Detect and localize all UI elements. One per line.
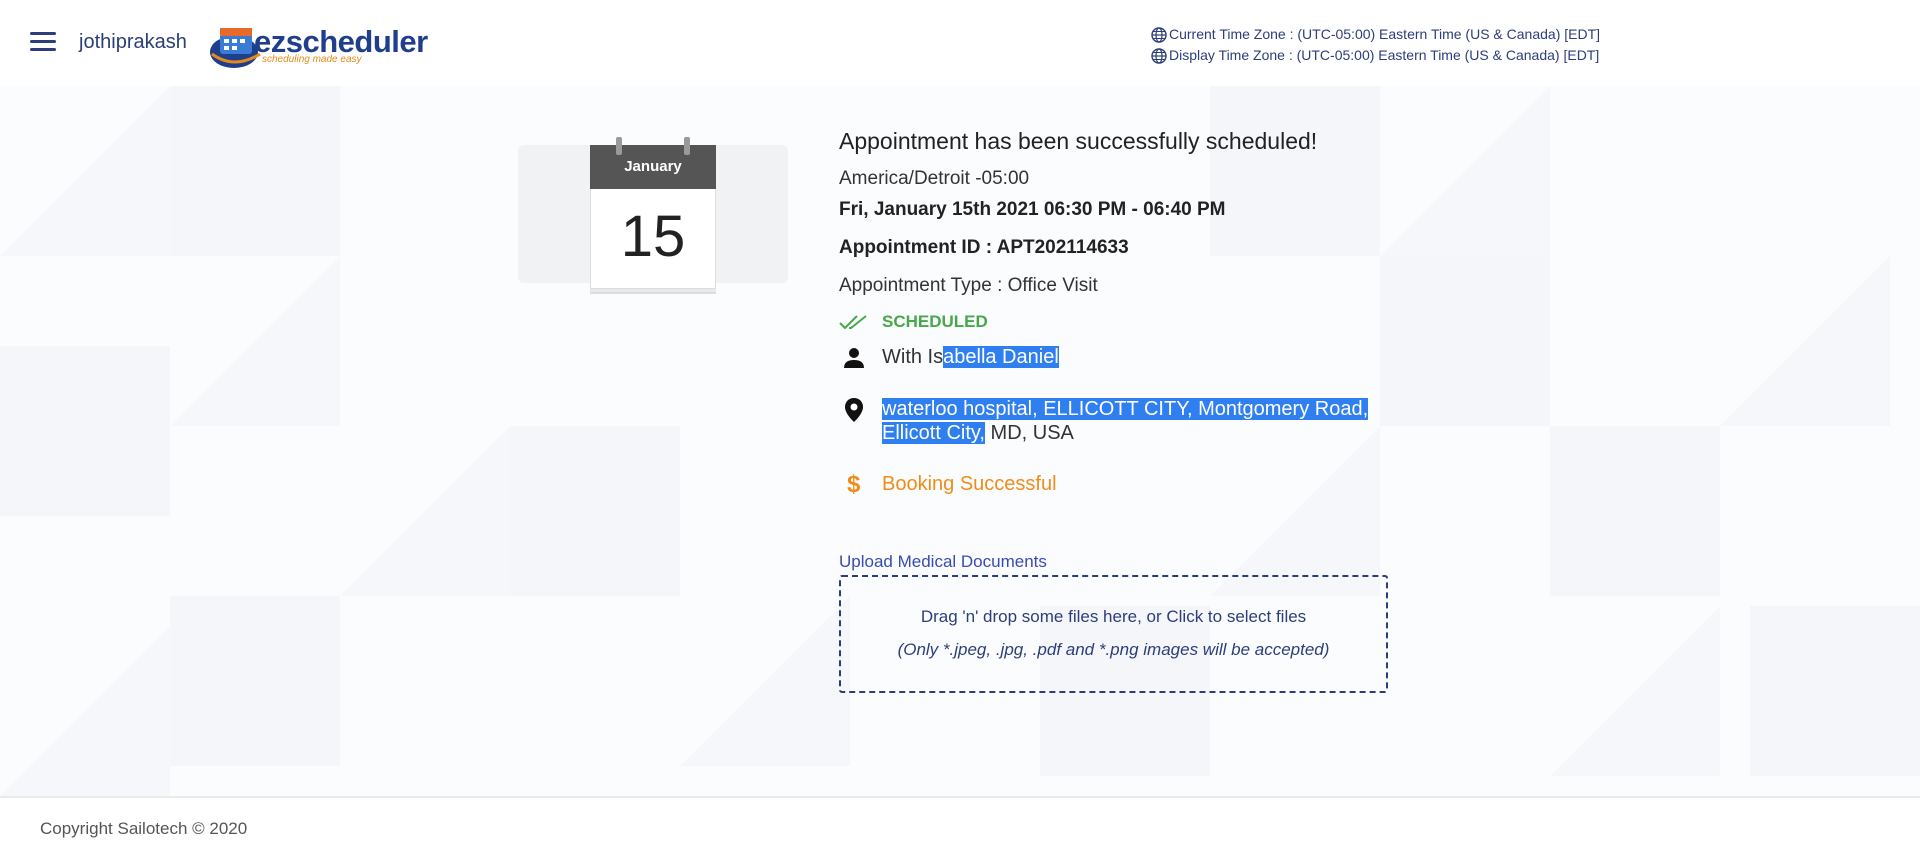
location-address: waterloo hospital, ELLICOTT CITY, Montgo…	[882, 398, 1369, 444]
location-pin-icon	[839, 397, 869, 423]
file-dropzone[interactable]: Drag 'n' drop some files here, or Click …	[839, 575, 1388, 693]
globe-icon	[1151, 47, 1167, 64]
appointment-details: Appointment has been successfully schedu…	[839, 128, 1399, 497]
location-row: waterloo hospital, ELLICOTT CITY, Montgo…	[839, 397, 1399, 445]
calendar-ring	[616, 137, 622, 155]
timezone-info: Current Time Zone : (UTC-05:00) Eastern …	[1151, 24, 1600, 66]
display-timezone-row: Display Time Zone : (UTC-05:00) Eastern …	[1151, 45, 1600, 66]
calendar-month: January	[590, 145, 716, 189]
appointment-id: Appointment ID : APT202114633	[839, 237, 1129, 258]
payment-row: $ Booking Successful	[839, 471, 1399, 497]
dropzone-instruction: Drag 'n' drop some files here, or Click …	[920, 607, 1307, 626]
copyright-text: Copyright Sailotech © 2020	[40, 819, 248, 838]
dropzone-file-types-note: (Only *.jpeg, .jpg, .pdf and *.png image…	[897, 640, 1330, 659]
success-message: Appointment has been successfully schedu…	[839, 128, 1318, 154]
double-check-icon	[839, 313, 869, 331]
logo-tagline: scheduling made easy	[262, 54, 362, 65]
appointment-type: Appointment Type : Office Visit	[839, 275, 1098, 296]
username[interactable]: jothiprakash	[79, 31, 187, 54]
dollar-icon: $	[839, 471, 869, 497]
appointment-timezone: America/Detroit -05:00	[839, 168, 1030, 189]
globe-icon	[1151, 26, 1167, 43]
hamburger-menu-icon[interactable]	[30, 32, 56, 54]
ezscheduler-logo[interactable]: ezscheduler scheduling made easy	[208, 18, 428, 70]
page-footer: Copyright Sailotech © 2020	[0, 796, 1920, 860]
calendar-ring	[684, 137, 690, 155]
display-timezone-text: Display Time Zone : (UTC-05:00) Eastern …	[1169, 47, 1600, 63]
status-badge: SCHEDULED	[882, 312, 988, 331]
calendar-day: 15	[590, 189, 716, 289]
person-icon	[839, 347, 869, 369]
upload-documents-label: Upload Medical Documents	[839, 552, 1047, 571]
calendar-card: January 15	[518, 137, 788, 289]
payment-status: Booking Successful	[882, 472, 1057, 495]
status-row: SCHEDULED	[839, 312, 1399, 332]
current-timezone-text: Current Time Zone : (UTC-05:00) Eastern …	[1169, 26, 1601, 42]
calendar-widget: January 15	[590, 137, 716, 289]
app-header: jothiprakash ezscheduler scheduling made…	[0, 0, 1920, 86]
current-timezone-row: Current Time Zone : (UTC-05:00) Eastern …	[1151, 24, 1600, 45]
svg-text:$: $	[847, 471, 861, 497]
provider-row: With Isabella Daniel	[839, 346, 1399, 369]
provider-name: With Isabella Daniel	[882, 346, 1059, 368]
appointment-datetime: Fri, January 15th 2021 06:30 PM - 06:40 …	[839, 199, 1226, 220]
